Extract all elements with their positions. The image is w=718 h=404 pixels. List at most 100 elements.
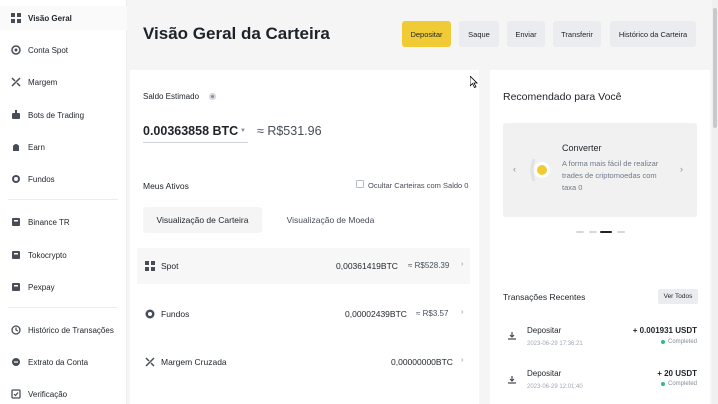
transaction-status: Completed: [660, 381, 697, 387]
grid-icon: [11, 13, 21, 23]
sidebar-item-label: Extrato da Conta: [28, 357, 89, 367]
asset-btc-value: 0,00361419BTC: [336, 261, 398, 271]
sidebar-divider: [8, 307, 118, 308]
spot-icon: [145, 261, 155, 271]
verification-icon: [11, 389, 21, 399]
transaction-type: Depositar: [527, 369, 562, 378]
history-icon: [11, 325, 21, 335]
binance-tr-icon: [11, 217, 21, 227]
asset-name: Margem Cruzada: [161, 357, 227, 367]
asset-btc-value: 0,00000000BTC: [391, 357, 453, 367]
transfer-button[interactable]: Transferir: [553, 21, 601, 47]
sidebar-item-label: Margem: [28, 77, 58, 87]
btc-balance: 0.00363858 BTC: [143, 124, 239, 138]
sidebar-item-label: Bots de Trading: [28, 110, 85, 120]
sidebar-item-label: Tokocrypto: [28, 250, 67, 260]
transaction-amount: + 20 USDT: [657, 369, 697, 378]
sidebar-item-fundos[interactable]: Fundos: [0, 167, 127, 191]
asset-row-margem-cruzada[interactable]: Margem Cruzada 0,00000000BTC ›: [137, 344, 470, 380]
download-icon: [508, 376, 516, 384]
status-dot: [660, 382, 665, 386]
tokocrypto-icon: [11, 250, 21, 260]
statement-icon: [11, 357, 21, 367]
sidebar-item-bots-de-trading[interactable]: Bots de Trading: [0, 103, 127, 127]
chevron-right-icon: ›: [461, 357, 464, 364]
asset-brl-value: ≈ R$528.39: [408, 261, 450, 270]
margin-icon: [145, 357, 155, 367]
estimated-balance-label: Saldo Estimado: [143, 92, 200, 101]
chevron-right-icon[interactable]: ›: [680, 164, 683, 174]
convert-icon: [530, 158, 550, 182]
promo-title: Converter: [562, 143, 602, 153]
asset-btc-value: 0,00002439BTC: [345, 309, 407, 319]
eye-icon[interactable]: [208, 92, 217, 101]
chevron-right-icon: ›: [461, 309, 464, 316]
sidebar-item-label: Verificação: [28, 389, 68, 399]
funds-icon: [11, 174, 21, 184]
brl-balance: ≈ R$531.96: [257, 124, 322, 138]
sidebar-item-earn[interactable]: Earn: [0, 135, 127, 159]
sidebar-item-historico[interactable]: Histórico de Transações: [0, 318, 127, 342]
sidebar-item-tokocrypto[interactable]: Tokocrypto: [0, 243, 127, 267]
carousel-dot[interactable]: [589, 231, 597, 233]
wallet-history-button[interactable]: Histórico da Carteira: [610, 21, 696, 47]
page-title: Visão Geral da Carteira: [143, 24, 330, 43]
status-dot: [660, 340, 665, 344]
recent-transactions-title: Transações Recentes: [503, 292, 586, 302]
sidebar-item-label: Histórico de Transações: [28, 325, 114, 335]
asset-row-spot[interactable]: Spot 0,00361419BTC ≈ R$528.39 ›: [137, 248, 470, 284]
sidebar-item-label: Fundos: [28, 174, 55, 184]
asset-brl-value: ≈ R$3.57: [416, 309, 449, 318]
sidebar-item-binance-tr[interactable]: Binance TR: [0, 210, 127, 234]
sidebar-item-label: Binance TR: [28, 217, 70, 227]
carousel-dot[interactable]: [576, 231, 584, 233]
mouse-cursor-icon: [470, 76, 478, 88]
earn-icon: [11, 142, 21, 152]
sidebar: Visão Geral Conta Spot Margem Bots de Tr…: [0, 0, 127, 404]
sidebar-item-visao-geral[interactable]: Visão Geral: [0, 6, 127, 30]
right-panel: [490, 70, 710, 404]
deposit-button[interactable]: Depositar: [402, 21, 451, 47]
transaction-date: 2023-06-29 17:36:21: [527, 341, 583, 347]
sidebar-item-verificacao[interactable]: Verificação: [0, 382, 127, 404]
my-assets-title: Meus Ativos: [143, 181, 189, 191]
margin-icon: [11, 77, 21, 87]
scrollbar-thumb[interactable]: [713, 8, 717, 128]
sidebar-item-pexpay[interactable]: Pexpay: [0, 275, 127, 299]
sidebar-item-margem[interactable]: Margem: [0, 70, 127, 94]
carousel-dot-active[interactable]: [600, 231, 612, 233]
recommended-title: Recomendado para Você: [503, 91, 622, 103]
sidebar-item-label: Pexpay: [28, 282, 55, 292]
btc-balance-underline: [143, 142, 248, 143]
hide-zero-balance-label: Ocultar Carteiras com Saldo 0: [368, 181, 469, 190]
sidebar-item-label: Earn: [28, 142, 45, 152]
chevron-left-icon[interactable]: ‹: [513, 164, 516, 174]
carousel-dot[interactable]: [617, 231, 625, 233]
asset-name: Fundos: [161, 309, 190, 319]
view-all-button[interactable]: Ver Todos: [658, 289, 698, 304]
transaction-status: Completed: [660, 339, 697, 345]
transaction-type: Depositar: [527, 326, 562, 335]
sidebar-item-conta-spot[interactable]: Conta Spot: [0, 38, 127, 62]
sidebar-item-label: Conta Spot: [28, 45, 69, 55]
transaction-amount: + 0.001931 USDT: [632, 326, 697, 335]
promo-text: A forma mais fácil de realizar trades de…: [562, 159, 659, 192]
chevron-down-icon[interactable]: ▼: [240, 128, 246, 134]
bot-icon: [11, 110, 21, 120]
spot-icon: [11, 45, 21, 55]
asset-name: Spot: [161, 261, 179, 271]
sidebar-divider: [8, 199, 118, 200]
funds-icon: [145, 309, 155, 319]
chevron-right-icon: ›: [461, 261, 464, 268]
sidebar-item-label: Visão Geral: [28, 13, 72, 23]
tab-coin-view[interactable]: Visualização de Moeda: [272, 207, 389, 233]
asset-row-fundos[interactable]: Fundos 0,00002439BTC ≈ R$3.57 ›: [137, 296, 470, 332]
pexpay-icon: [11, 282, 21, 292]
tab-wallet-view[interactable]: Visualização de Carteira: [143, 207, 262, 233]
withdraw-button[interactable]: Saque: [459, 21, 499, 47]
transaction-date: 2023-06-29 12:01:40: [527, 384, 583, 390]
sidebar-item-extrato[interactable]: Extrato da Conta: [0, 350, 127, 374]
transaction-status-label: Completed: [667, 381, 697, 387]
send-button[interactable]: Enviar: [507, 21, 545, 47]
hide-zero-balance-checkbox[interactable]: [356, 180, 364, 188]
